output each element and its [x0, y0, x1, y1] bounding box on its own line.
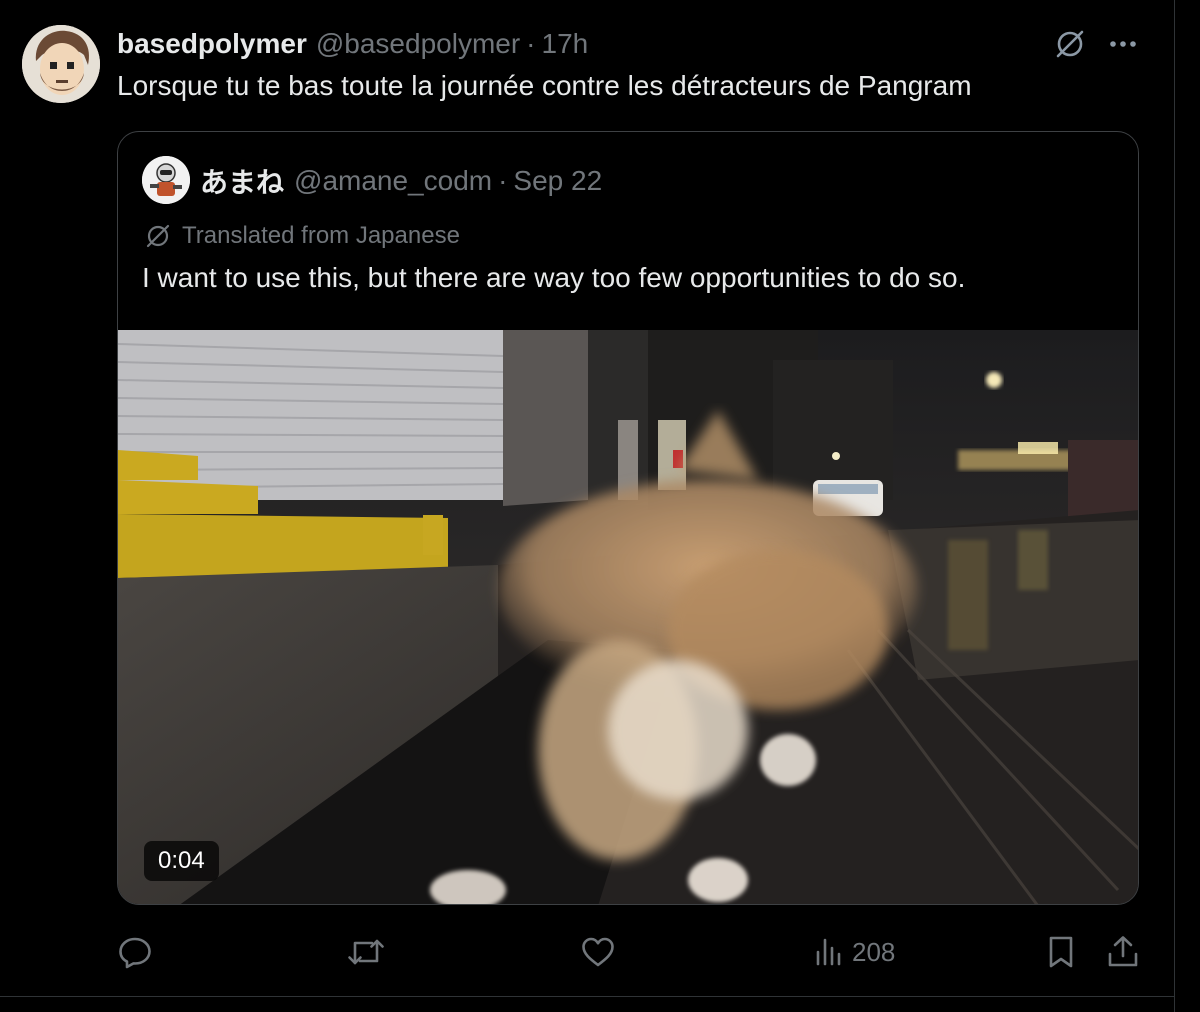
share-icon: [1108, 936, 1138, 967]
quoted-tweet[interactable]: あまね @amane_codm · Sep 22 Translated from…: [117, 131, 1139, 905]
column-divider: [1174, 0, 1175, 1012]
video-player[interactable]: 0:04: [118, 330, 1138, 904]
quoted-avatar[interactable]: [142, 156, 190, 204]
more-button[interactable]: [1103, 24, 1143, 64]
more-icon: [1110, 41, 1136, 47]
like-button[interactable]: [580, 930, 616, 974]
bookmark-icon: [1049, 936, 1073, 968]
separator-dot: ·: [526, 28, 536, 59]
like-icon: [582, 937, 614, 967]
views-button[interactable]: 208: [814, 930, 895, 974]
bookmark-button[interactable]: [1044, 930, 1078, 974]
avatar[interactable]: [22, 25, 100, 103]
divider: [0, 996, 1175, 997]
quoted-date[interactable]: Sep 22: [513, 165, 602, 197]
views-icon: [816, 938, 841, 966]
reply-button[interactable]: [117, 930, 153, 974]
tweet-text: Lorsque tu te bas toute la journée contr…: [117, 70, 972, 101]
share-button[interactable]: [1106, 930, 1140, 974]
translate-icon: [146, 224, 170, 248]
translate-icon: [1056, 30, 1084, 58]
views-count: 208: [852, 936, 896, 967]
tweet-header: basedpolymer @basedpolymer · 17h: [117, 26, 588, 62]
author-handle[interactable]: @basedpolymer: [316, 28, 520, 60]
timestamp[interactable]: 17h: [542, 28, 589, 60]
translated-label: Translated from Japanese: [144, 220, 460, 252]
reply-icon: [119, 937, 151, 969]
translate-button[interactable]: [1050, 24, 1090, 64]
video-frame: [118, 330, 1138, 904]
quoted-author-name[interactable]: あまね: [200, 161, 284, 201]
author-name[interactable]: basedpolymer: [117, 28, 307, 60]
quoted-header: あまね @amane_codm · Sep 22: [200, 162, 602, 200]
retweet-button[interactable]: [346, 930, 386, 974]
quoted-author-handle[interactable]: @amane_codm: [294, 165, 492, 197]
action-bar: 208: [0, 930, 1175, 974]
video-duration: 0:04: [144, 841, 219, 881]
retweet-icon: [348, 939, 384, 965]
translated-text: Translated from Japanese: [182, 222, 460, 249]
quoted-text: I want to use this, but there are way to…: [142, 262, 966, 293]
separator-dot: ·: [498, 165, 508, 196]
